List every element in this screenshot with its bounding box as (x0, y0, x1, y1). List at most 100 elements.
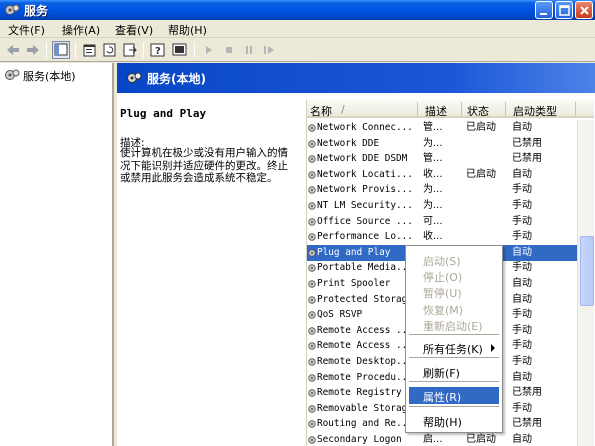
ctx-help-item[interactable]: 帮助(H) (409, 412, 499, 429)
help-button[interactable]: ? (149, 41, 167, 59)
service-gear-icon (308, 342, 316, 351)
service-startup-type: 已禁用 (512, 153, 542, 165)
service-name: Remote Procedu... (317, 371, 413, 383)
ctx-properties-item[interactable]: 属性(R) (409, 387, 499, 404)
column-description[interactable]: 描述 (425, 103, 447, 119)
menu-bar: 文件(F) 操作(A) 查看(V) 帮助(H) (0, 20, 595, 38)
restart-service-icon (264, 46, 274, 54)
table-row[interactable]: Network DDE 为... 已禁用 (307, 136, 577, 152)
table-row[interactable]: Performance Lo... 收... 手动 (307, 229, 577, 245)
service-gear-icon (308, 124, 316, 132)
service-startup-type: 手动 (512, 262, 532, 274)
pause-service-icon (246, 46, 252, 54)
column-divider[interactable] (505, 102, 506, 116)
service-startup-type: 自动 (512, 246, 532, 258)
service-name: Network Provis... (317, 184, 413, 196)
service-description: 收... (423, 231, 443, 243)
service-name: QoS RSVP (317, 309, 363, 321)
minimize-button[interactable] (535, 1, 553, 19)
service-gear-icon (308, 327, 316, 335)
forward-button[interactable] (24, 41, 42, 59)
service-startup-type: 手动 (512, 184, 532, 196)
service-status: 已启动 (466, 122, 496, 133)
service-name: Office Source ... (317, 215, 413, 227)
service-startup-type: 自动 (512, 278, 532, 289)
ctx-stop-item[interactable]: 停止(O) (409, 267, 499, 284)
service-description: 为... (423, 137, 443, 149)
ctx-restart-item[interactable]: 重新启动(E) (409, 316, 499, 333)
services-gear-icon (5, 69, 20, 80)
show-hide-tree-icon (54, 43, 68, 56)
column-divider[interactable] (417, 102, 418, 116)
start-service-icon (206, 46, 212, 54)
ctx-item-label: 刷新(F) (423, 367, 460, 380)
service-name: Secondary Logon (317, 434, 402, 445)
service-gear-icon (308, 155, 316, 163)
service-name: Network DDE (317, 137, 380, 149)
sort-indicator-icon: / (341, 103, 345, 116)
show-hide-tree-button[interactable] (52, 41, 70, 59)
svg-text:?: ? (155, 46, 161, 57)
scrollbar-thumb[interactable] (580, 236, 594, 306)
ctx-start-item[interactable]: 启动(S) (409, 251, 499, 268)
service-name: Remote Access ... (317, 340, 413, 352)
column-divider[interactable] (461, 102, 462, 116)
column-name[interactable]: 名称 (310, 103, 332, 119)
help-icon: ? (150, 43, 165, 57)
close-button[interactable] (575, 1, 593, 19)
column-status[interactable]: 状态 (467, 103, 489, 119)
refresh-icon (103, 43, 116, 57)
menu-action[interactable]: 操作(A) (62, 22, 100, 38)
service-startup-type: 手动 (512, 215, 532, 227)
pause-service-button[interactable] (240, 41, 258, 59)
service-startup-type: 自动 (512, 293, 532, 305)
stop-service-button[interactable] (220, 41, 238, 59)
service-name: Protected Storage (317, 293, 413, 305)
service-startup-type: 自动 (512, 434, 532, 445)
column-divider[interactable] (575, 102, 576, 116)
table-row[interactable]: Network DDE DSDM 管... 已禁用 (307, 151, 577, 167)
vertical-scrollbar[interactable] (577, 120, 594, 446)
export-list-button[interactable] (121, 41, 139, 59)
service-startup-type: 手动 (512, 231, 532, 243)
service-gear-icon (308, 295, 316, 304)
restart-service-button[interactable] (260, 41, 278, 59)
table-row[interactable]: Network Provis... 为... 手动 (307, 182, 577, 198)
menu-view[interactable]: 查看(V) (115, 22, 153, 38)
ctx-all-tasks-item[interactable]: 所有任务(K) (409, 339, 499, 356)
maximize-button[interactable] (555, 1, 573, 19)
toolbar: ? (0, 38, 595, 62)
table-row[interactable]: Secondary Logon 启... 已启动 自动 (307, 432, 577, 446)
service-gear-icon (308, 217, 316, 226)
service-startup-type: 手动 (512, 356, 532, 367)
refresh-button[interactable] (101, 41, 119, 59)
back-button[interactable] (4, 41, 22, 59)
list-header: 名称 / 描述 状态 启动类型 (307, 100, 594, 118)
column-startup-type[interactable]: 启动类型 (513, 103, 557, 119)
ctx-pause-item[interactable]: 暂停(U) (409, 283, 499, 300)
start-service-button[interactable] (200, 41, 218, 59)
service-name: Performance Lo... (317, 231, 413, 243)
service-startup-type: 自动 (512, 371, 532, 383)
table-row[interactable]: Office Source ... 可... 手动 (307, 214, 577, 230)
selected-service-name: Plug and Play (120, 107, 207, 120)
service-status: 已启动 (466, 168, 496, 180)
ctx-item-label: 所有任务(K) (423, 343, 483, 356)
menu-help[interactable]: 帮助(H) (168, 22, 207, 38)
menu-file[interactable]: 文件(F) (8, 22, 45, 38)
table-row[interactable]: Network Connec... 管... 已启动 自动 (307, 120, 577, 136)
stop-service-icon (226, 47, 232, 53)
properties-button[interactable] (81, 41, 99, 59)
console-tree: 服务(本地) (0, 63, 114, 446)
ctx-refresh-item[interactable]: 刷新(F) (409, 363, 499, 380)
service-gear-icon (308, 420, 316, 429)
table-row[interactable]: Network Locati... 收... 已启动 自动 (307, 167, 577, 183)
back-arrow-icon (7, 45, 19, 55)
details-header: 服务(本地) (117, 63, 595, 93)
service-startup-type: 已禁用 (512, 418, 542, 430)
table-row[interactable]: NT LM Security... 为... 手动 (307, 198, 577, 214)
submenu-arrow-icon (491, 344, 495, 352)
ctx-resume-item[interactable]: 恢复(M) (409, 300, 499, 317)
title-bar[interactable]: 服务 (0, 0, 595, 20)
console-button[interactable] (171, 41, 189, 59)
